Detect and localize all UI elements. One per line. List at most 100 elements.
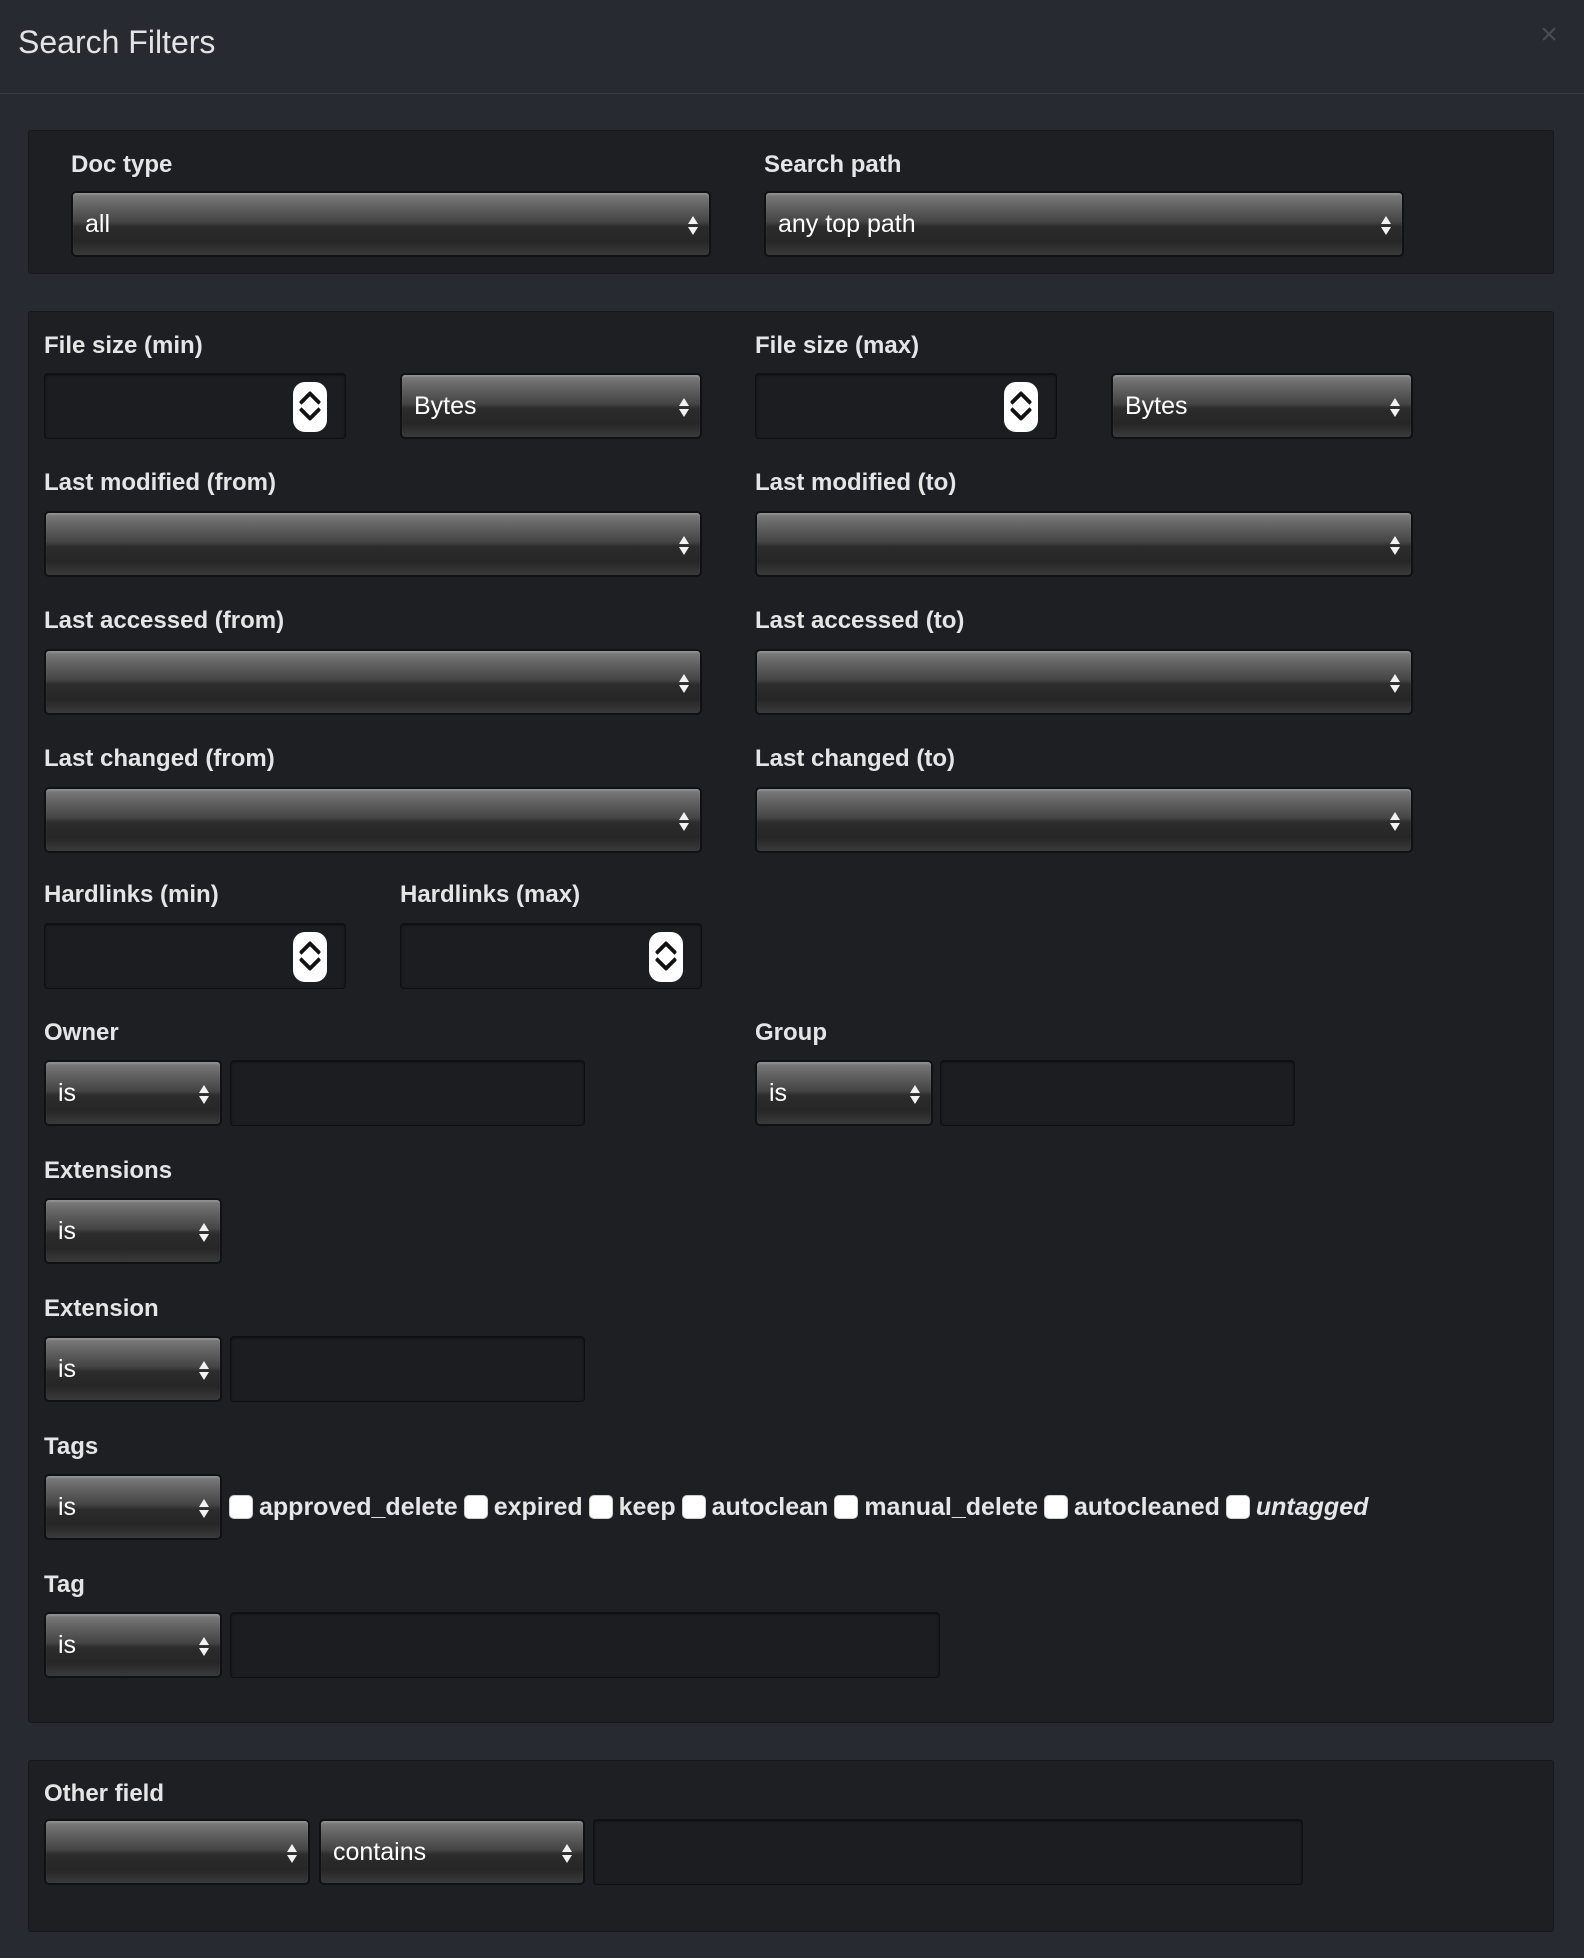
stepper-icon[interactable] — [293, 932, 327, 982]
stepper-icon[interactable] — [649, 932, 683, 982]
tag-option-autoclean[interactable]: autoclean — [681, 1493, 828, 1522]
select-arrows-icon — [909, 1083, 921, 1107]
checkbox[interactable] — [1044, 1495, 1068, 1519]
extension-operator-select[interactable]: is — [44, 1336, 222, 1402]
group-input[interactable] — [940, 1060, 1295, 1126]
last-changed-from-label: Last changed (from) — [44, 745, 275, 772]
checkbox[interactable] — [834, 1495, 859, 1519]
owner-input[interactable] — [230, 1060, 585, 1126]
file-size-max-unit: Bytes — [1125, 392, 1188, 420]
checkbox[interactable] — [681, 1495, 706, 1519]
select-arrows-icon — [1389, 534, 1401, 558]
select-arrows-icon — [198, 1497, 210, 1521]
filters-panel: File size (min) Bytes File size (max) By… — [28, 311, 1554, 1723]
group-operator-select[interactable]: is — [755, 1060, 933, 1126]
last-changed-to-label: Last changed (to) — [755, 745, 956, 772]
tag-operator-select[interactable]: is — [44, 1612, 222, 1678]
hardlinks-max-label: Hardlinks (max) — [400, 881, 581, 908]
search-path-label: Search path — [764, 151, 902, 178]
file-size-min-label: File size (min) — [44, 332, 203, 359]
select-arrows-icon — [198, 1359, 210, 1383]
extensions-operator: is — [58, 1217, 77, 1245]
file-size-min-unit: Bytes — [414, 392, 477, 420]
other-field-operator: contains — [333, 1838, 427, 1866]
hardlinks-min-input[interactable] — [44, 923, 346, 989]
owner-label: Owner — [44, 1019, 119, 1046]
extension-label: Extension — [44, 1295, 159, 1322]
tag-option-approved-delete[interactable]: approved_delete — [229, 1493, 458, 1522]
modal-header: Search Filters × — [0, 0, 1584, 94]
select-arrows-icon — [687, 214, 699, 238]
other-field-panel: Other field contains — [28, 1760, 1554, 1932]
extensions-operator-select[interactable]: is — [44, 1198, 222, 1264]
file-size-min-unit-select[interactable]: Bytes — [400, 373, 702, 439]
last-modified-from-label: Last modified (from) — [44, 469, 276, 496]
tags-label: Tags — [44, 1433, 99, 1460]
tags-operator-select[interactable]: is — [44, 1474, 222, 1540]
select-arrows-icon — [678, 810, 690, 834]
doc-type-label: Doc type — [71, 151, 173, 178]
other-field-name-select[interactable] — [44, 1819, 310, 1885]
select-arrows-icon — [1389, 672, 1401, 696]
tags-operator: is — [58, 1493, 77, 1521]
search-path-select[interactable]: any top path — [764, 191, 1404, 257]
select-arrows-icon — [1389, 810, 1401, 834]
hardlinks-max-input[interactable] — [400, 923, 702, 989]
search-path-value: any top path — [778, 210, 916, 238]
tag-option-manual-delete[interactable]: manual_delete — [834, 1493, 1038, 1522]
group-label: Group — [755, 1019, 827, 1046]
hardlinks-min-label: Hardlinks (min) — [44, 881, 219, 908]
select-arrows-icon — [1380, 214, 1392, 238]
stepper-icon[interactable] — [1004, 382, 1038, 432]
select-arrows-icon — [678, 534, 690, 558]
extension-operator: is — [58, 1355, 77, 1383]
last-accessed-from-select[interactable] — [44, 649, 702, 715]
file-size-max-input[interactable] — [755, 373, 1057, 439]
checkbox[interactable] — [1225, 1495, 1250, 1519]
tag-operator: is — [58, 1631, 77, 1659]
last-modified-from-select[interactable] — [44, 511, 702, 577]
tags-checkbox-row: approved_delete expired keep autoclean m… — [229, 1474, 1374, 1540]
owner-operator: is — [58, 1079, 77, 1107]
last-changed-from-select[interactable] — [44, 787, 702, 853]
last-accessed-from-label: Last accessed (from) — [44, 607, 285, 634]
file-size-max-unit-select[interactable]: Bytes — [1111, 373, 1413, 439]
select-arrows-icon — [286, 1842, 298, 1866]
select-arrows-icon — [198, 1221, 210, 1245]
other-field-value-input[interactable] — [593, 1819, 1303, 1885]
tag-option-keep[interactable]: keep — [588, 1493, 676, 1522]
last-accessed-to-label: Last accessed (to) — [755, 607, 965, 634]
checkbox[interactable] — [463, 1495, 488, 1519]
extensions-label: Extensions — [44, 1157, 173, 1184]
select-arrows-icon — [678, 672, 690, 696]
select-arrows-icon — [678, 396, 690, 420]
tag-input[interactable] — [230, 1612, 940, 1678]
select-arrows-icon — [1389, 396, 1401, 420]
close-icon[interactable]: × — [1536, 20, 1562, 50]
tag-label: Tag — [44, 1571, 85, 1598]
doc-path-panel: Doc type all Search path any top path — [28, 130, 1554, 274]
group-operator: is — [769, 1079, 788, 1107]
file-size-max-label: File size (max) — [755, 332, 920, 359]
doc-type-select[interactable]: all — [71, 191, 711, 257]
tag-option-untagged[interactable]: untagged — [1225, 1493, 1368, 1522]
select-arrows-icon — [561, 1842, 573, 1866]
checkbox[interactable] — [588, 1495, 613, 1519]
other-field-label: Other field — [44, 1780, 165, 1807]
last-changed-to-select[interactable] — [755, 787, 1413, 853]
last-accessed-to-select[interactable] — [755, 649, 1413, 715]
extension-input[interactable] — [230, 1336, 585, 1402]
last-modified-to-select[interactable] — [755, 511, 1413, 577]
stepper-icon[interactable] — [293, 382, 327, 432]
checkbox[interactable] — [229, 1495, 253, 1519]
owner-operator-select[interactable]: is — [44, 1060, 222, 1126]
select-arrows-icon — [198, 1083, 210, 1107]
tag-option-expired[interactable]: expired — [463, 1493, 583, 1522]
doc-type-value: all — [85, 210, 111, 238]
select-arrows-icon — [198, 1635, 210, 1659]
other-field-operator-select[interactable]: contains — [319, 1819, 585, 1885]
modal-title: Search Filters — [18, 24, 216, 60]
last-modified-to-label: Last modified (to) — [755, 469, 957, 496]
file-size-min-input[interactable] — [44, 373, 346, 439]
tag-option-autocleaned[interactable]: autocleaned — [1044, 1493, 1220, 1522]
